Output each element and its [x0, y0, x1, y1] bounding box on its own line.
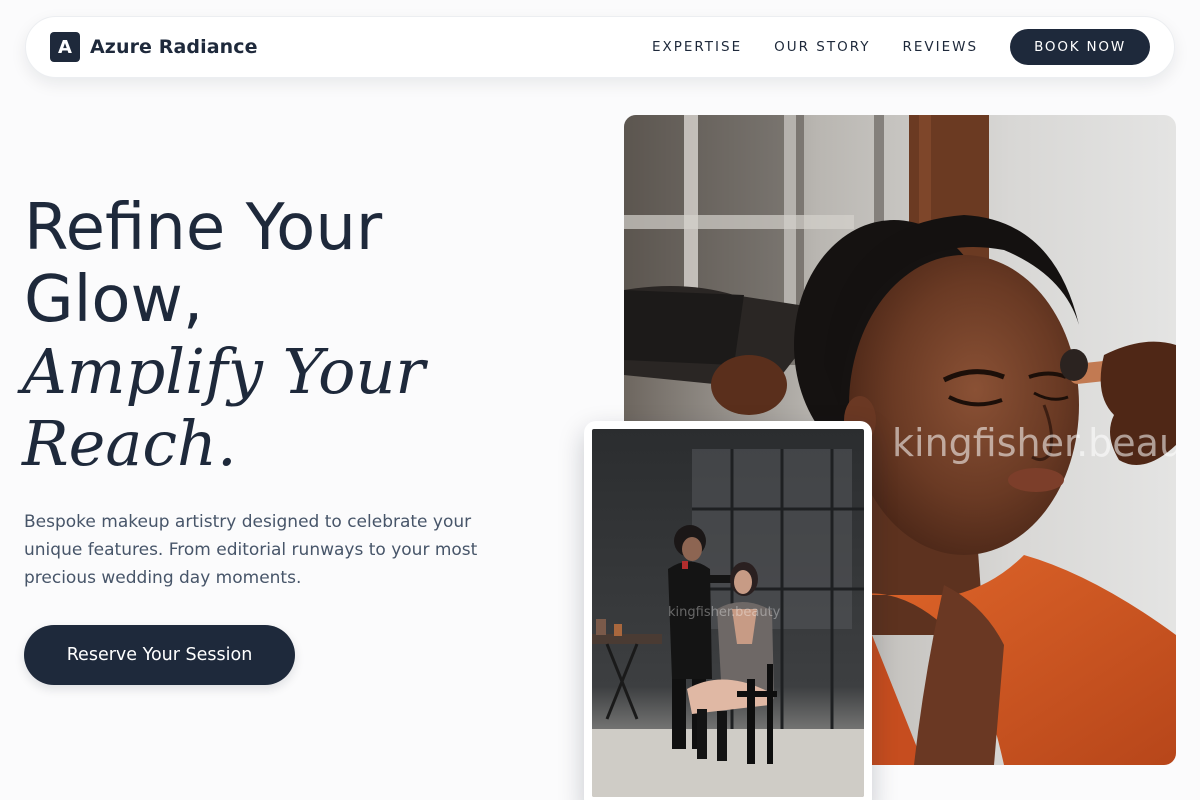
hero-title-line-2: Glow,	[24, 263, 204, 337]
main-photo-watermark: kingfisher.beauty	[892, 421, 1176, 465]
inset-photo-watermark: kingfisher.beauty	[668, 605, 781, 620]
brand-name: Azure Radiance	[90, 36, 258, 58]
hero-title-line-1: Refine Your	[24, 191, 383, 265]
hero-title-italic-line-1: Amplify Your	[22, 335, 426, 408]
hero-title-italic-line-2: Reach.	[22, 407, 237, 480]
inset-photo-card: kingfisher.beauty	[584, 421, 872, 800]
hero-description: Bespoke makeup artistry designed to cele…	[24, 512, 478, 588]
book-now-button[interactable]: BOOK NOW	[1010, 29, 1150, 65]
brand[interactable]: A Azure Radiance	[50, 32, 258, 62]
brand-logo-icon: A	[50, 32, 80, 62]
top-navbar: A Azure Radiance EXPERTISE OUR STORY REV…	[25, 16, 1175, 78]
inset-photo: kingfisher.beauty	[592, 429, 864, 797]
reserve-session-button[interactable]: Reserve Your Session	[24, 625, 295, 685]
nav-link-expertise[interactable]: EXPERTISE	[652, 39, 742, 55]
nav-link-reviews[interactable]: REVIEWS	[903, 39, 979, 55]
main-nav: EXPERTISE OUR STORY REVIEWS BOOK NOW	[652, 29, 1150, 65]
nav-link-our-story[interactable]: OUR STORY	[774, 39, 870, 55]
hero-title: Refine Your Glow, Amplify Your Reach.	[22, 191, 544, 480]
